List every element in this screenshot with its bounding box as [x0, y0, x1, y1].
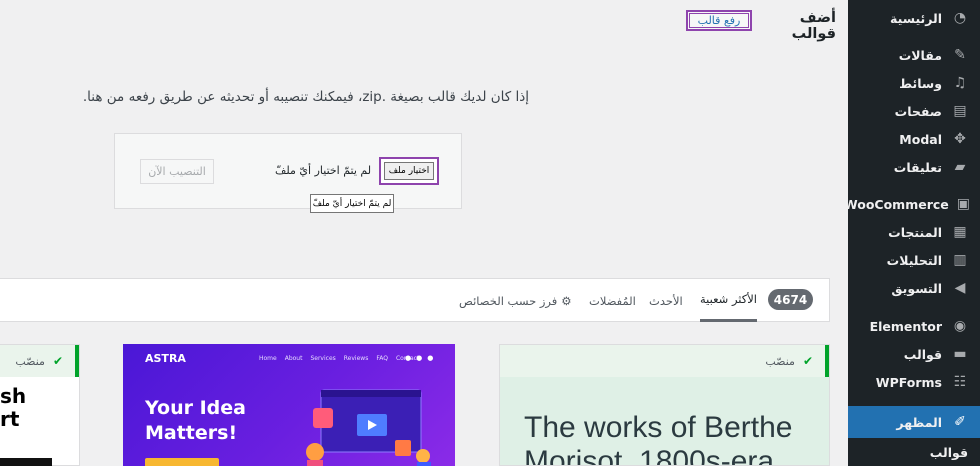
check-icon: ✔ [52, 354, 63, 368]
sidebar-item-pages[interactable]: ▤ صفحات [848, 97, 980, 125]
sidebar-item-templates[interactable]: ▬ قوالب [848, 340, 980, 368]
analytics-icon: ▥ [953, 252, 967, 268]
sidebar-subitem-themes[interactable]: قوالب [848, 438, 980, 466]
theme-filter-bar: 4674 الأكثر شعبية الأحدث المُفضلات ⚙ فرز… [0, 278, 830, 322]
installed-bar: ✔ منصّب [500, 345, 829, 377]
pin-icon: ✎ [954, 47, 966, 63]
sidebar-item-label: تعليقات [893, 159, 942, 175]
check-icon: ✔ [802, 354, 813, 368]
sidebar-item-label: المظهر [896, 414, 942, 430]
astra-nav: Home About Services Reviews FAQ Contact [259, 355, 420, 362]
sidebar-item-analytics[interactable]: ▥ التحليلات [848, 246, 980, 274]
astra-logo: ASTRA [145, 352, 186, 365]
gear-icon: ⚙ [561, 293, 572, 308]
installed-bar: ✔ منصّب [0, 345, 79, 377]
sidebar-item-label: المنتجات [888, 224, 942, 240]
dashboard-icon: ◔ [953, 10, 967, 26]
sidebar-item-appearance[interactable]: ✐ المظهر [848, 406, 980, 438]
installed-label: منصّب [765, 354, 795, 368]
astra-cta-button [145, 458, 219, 466]
tab-popular[interactable]: الأكثر شعبية [700, 279, 757, 322]
move-icon: ✥ [954, 131, 966, 147]
upload-theme-button[interactable]: رفع قالب [686, 10, 752, 31]
choose-file-button[interactable]: اختيار ملف [379, 157, 439, 185]
sidebar-item-label: Modal [899, 131, 942, 147]
theme-screenshot-text: sh rt [0, 384, 27, 431]
sidebar-item-woocommerce[interactable]: ▣ WooCommerce [844, 190, 980, 218]
megaphone-icon: ◀ [954, 280, 966, 296]
sidebar-item-wpforms[interactable]: ☷ WPForms [848, 368, 980, 396]
sidebar-item-label: WooCommerce [843, 196, 949, 212]
facebook-icon: ● [405, 354, 412, 362]
theme-count-badge: 4674 [768, 289, 813, 310]
comment-icon: ▰ [954, 159, 966, 175]
elementor-icon: ◉ [953, 318, 967, 334]
sidebar-item-label: مقالات [898, 47, 942, 63]
tab-favorites[interactable]: المُفضلات [589, 279, 636, 322]
theme-screenshot-bar [0, 458, 52, 466]
sidebar-item-label: التحليلات [886, 252, 942, 268]
sidebar-item-media[interactable]: ♫ وسائط [848, 69, 980, 97]
sidebar-item-label: الرئيسية [890, 10, 942, 26]
sidebar-item-label: قوالب [929, 444, 968, 460]
theme-screenshot-text: The works of Berthe Morisot, 1800s-era [524, 411, 793, 466]
admin-sidebar: ◔ الرئيسية ✎ مقالات ♫ وسائط ▤ صفحات ✥ Mo… [844, 0, 980, 466]
install-now-button[interactable]: التنصيب الآن [140, 159, 214, 184]
brush-icon: ✐ [954, 414, 966, 430]
file-tooltip: لم يتمّ اختيار أيّ ملفّ [310, 194, 394, 213]
choose-file-label: اختيار ملف [384, 162, 434, 180]
sidebar-item-label: Elementor [869, 318, 942, 334]
twitter-icon: ● [416, 354, 423, 362]
sidebar-item-posts[interactable]: ✎ مقالات [848, 41, 980, 69]
pages-icon: ▤ [953, 103, 967, 119]
sidebar-item-comments[interactable]: ▰ تعليقات [848, 153, 980, 181]
sidebar-item-elementor[interactable]: ◉ Elementor [848, 312, 980, 340]
astra-headline: Your Idea Matters! [145, 397, 246, 444]
upload-description: إذا كان لديك قالب بصيغة .zip، فيمكنك تنص… [82, 89, 529, 105]
forms-icon: ☷ [953, 374, 967, 390]
theme-card[interactable]: ✔ منصّب sh rt [0, 344, 80, 466]
sidebar-item-label: قوالب [903, 346, 942, 362]
folder-icon: ▬ [953, 346, 967, 362]
sidebar-item-modal[interactable]: ✥ Modal [848, 125, 980, 153]
astra-illustration [306, 389, 431, 466]
sidebar-item-label: WPForms [875, 374, 942, 390]
social-icons: ● ● ● [405, 354, 433, 362]
sidebar-item-label: صفحات [894, 103, 942, 119]
page-title: أضف قوالب [791, 10, 836, 42]
upload-form: التنصيب الآن لم يتمّ اختيار أيّ ملفّ اخت… [114, 133, 462, 213]
installed-label: منصّب [15, 354, 45, 368]
theme-card-berthe[interactable]: ✔ منصّب The works of Berthe Morisot, 180… [499, 344, 830, 466]
no-file-label: لم يتمّ اختيار أيّ ملفّ [275, 164, 372, 177]
sidebar-item-label: التسويق [891, 280, 942, 296]
media-icon: ♫ [953, 75, 967, 91]
tab-latest[interactable]: الأحدث [649, 279, 683, 322]
products-icon: ▦ [953, 224, 967, 240]
sidebar-item-dashboard[interactable]: ◔ الرئيسية [848, 4, 980, 32]
tab-feature-filter[interactable]: ⚙ فرز حسب الخصائص [459, 279, 572, 322]
instagram-icon: ● [427, 354, 434, 362]
sidebar-item-marketing[interactable]: ◀ التسويق [848, 274, 980, 302]
sidebar-item-label: وسائط [899, 75, 942, 91]
theme-card-astra[interactable]: ASTRA Home About Services Reviews FAQ Co… [123, 344, 455, 466]
sidebar-item-products[interactable]: ▦ المنتجات [848, 218, 980, 246]
feature-filter-label: فرز حسب الخصائص [459, 293, 558, 308]
woo-icon: ▣ [956, 196, 970, 212]
